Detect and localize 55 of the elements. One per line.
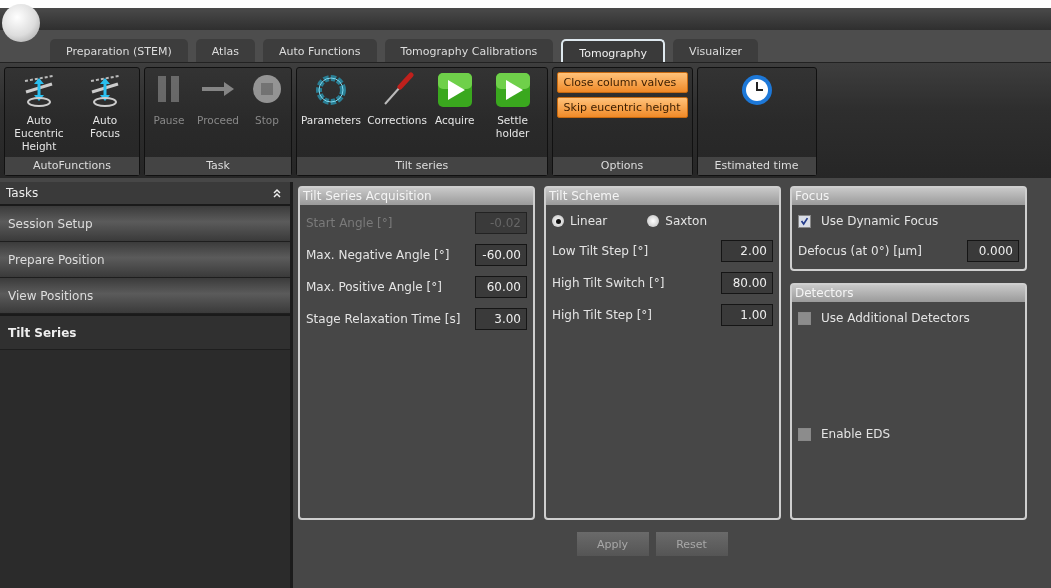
sidebar-item[interactable]: Tilt Series (0, 314, 290, 350)
tab[interactable]: Tomography (561, 39, 666, 62)
input-field[interactable]: -60.00 (475, 244, 527, 266)
input-field[interactable]: 3.00 (475, 308, 527, 330)
input-field[interactable]: 80.00 (721, 272, 773, 294)
tab[interactable]: Tomography Calibrations (384, 39, 554, 62)
checkbox-icon[interactable] (798, 311, 811, 325)
tool-button[interactable]: Parameters (300, 72, 362, 127)
tool-button[interactable]: Settle holder (481, 72, 544, 140)
play-icon (494, 72, 531, 108)
input-field[interactable]: 60.00 (475, 276, 527, 298)
tab[interactable]: Atlas (195, 39, 255, 62)
sidebar-title: Tasks (6, 186, 39, 200)
option-button[interactable]: Close column valves (556, 72, 688, 93)
tool-button[interactable]: Corrections (366, 72, 428, 127)
group-label: Estimated time (697, 157, 816, 175)
application-button[interactable] (2, 4, 40, 42)
tab[interactable]: Auto Functions (262, 39, 377, 62)
radio-button[interactable]: Linear (552, 214, 608, 228)
collapse-icon[interactable] (272, 188, 282, 198)
tab[interactable]: Preparation (STEM) (50, 39, 188, 62)
input-field[interactable]: 2.00 (721, 240, 773, 262)
panel-title: Detectors (792, 285, 1025, 302)
checkbox[interactable]: Enable EDS (798, 424, 1019, 444)
checkbox-icon[interactable] (798, 214, 811, 228)
gear-icon (313, 72, 349, 108)
field-label: Defocus (at 0°) [µm] (798, 244, 922, 258)
field-label: Max. Positive Angle [°] (306, 280, 442, 294)
sidebar-item[interactable]: View Positions (0, 278, 290, 314)
group-label: Task (145, 157, 291, 175)
tool-button[interactable]: Auto Focus (74, 72, 136, 140)
checkbox-icon[interactable] (798, 427, 811, 441)
group-label: Tilt series (297, 157, 547, 175)
sidebar-item[interactable]: Prepare Position (0, 242, 290, 278)
option-button[interactable]: Skip eucentric height (556, 97, 688, 118)
input-field[interactable]: 1.00 (721, 304, 773, 326)
field-label: Low Tilt Step [°] (552, 244, 649, 258)
panel-title: Tilt Series Acquisition (300, 188, 533, 205)
field-label: High Tilt Switch [°] (552, 276, 665, 290)
panel-title: Tilt Scheme (546, 188, 779, 205)
radio-button[interactable]: Saxton (647, 214, 708, 228)
checkbox[interactable]: Use Dynamic Focus (798, 211, 1019, 231)
tool-button[interactable]: Auto Eucentric Height (8, 72, 70, 153)
tool-button[interactable]: Acquire (432, 72, 478, 127)
tab[interactable]: Visualizer (673, 39, 759, 62)
checkbox[interactable]: Use Additional Detectors (798, 308, 1019, 328)
field-label: Stage Relaxation Time [s] (306, 312, 461, 326)
group-label: AutoFunctions (5, 157, 139, 175)
input-field[interactable]: 0.000 (967, 240, 1019, 262)
group-label: Options (552, 157, 692, 175)
field-label: Max. Negative Angle [°] (306, 248, 450, 262)
sidebar-item[interactable]: Session Setup (0, 206, 290, 242)
panel-title: Focus (792, 188, 1025, 205)
play-icon (436, 72, 473, 108)
field-label: High Tilt Step [°] (552, 308, 653, 322)
